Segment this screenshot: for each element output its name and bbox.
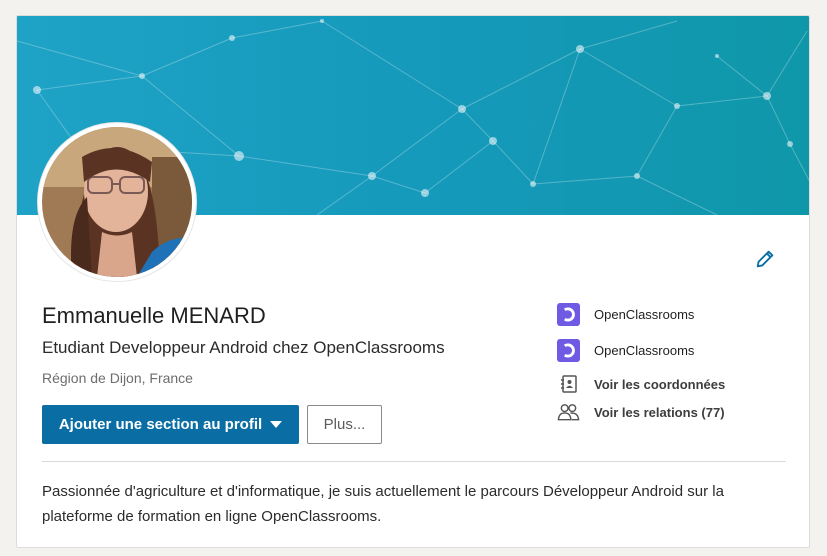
sidebar-item-label: Voir les relations (77)	[594, 404, 725, 420]
add-profile-section-button[interactable]: Ajouter une section au profil	[42, 405, 299, 444]
add-profile-section-label: Ajouter une section au profil	[58, 416, 263, 433]
profile-name: Emmanuelle MENARD	[42, 303, 266, 328]
sidebar-item-connections[interactable]: Voir les relations (77)	[557, 401, 725, 423]
edit-profile-button[interactable]	[751, 245, 779, 273]
profile-summary: Passionnée d'agriculture et d'informatiq…	[42, 483, 724, 525]
sidebar-item-label: OpenClassrooms	[594, 343, 695, 358]
openclassrooms-logo-icon	[557, 339, 580, 362]
profile-location: Région de Dijon, France	[42, 370, 193, 386]
avatar[interactable]	[38, 123, 196, 281]
pencil-icon	[756, 250, 774, 268]
profile-headline: Etudiant Developpeur Android chez OpenCl…	[42, 338, 445, 357]
sidebar-item-label: OpenClassrooms	[594, 307, 695, 322]
people-icon	[557, 401, 580, 423]
more-button[interactable]: Plus...	[307, 405, 382, 444]
sidebar-item-contact-info[interactable]: Voir les coordonnées	[557, 373, 725, 395]
openclassrooms-logo-icon	[557, 303, 580, 326]
divider	[42, 461, 786, 462]
profile-card: Emmanuelle MENARD Etudiant Developpeur A…	[16, 15, 810, 548]
caret-down-icon	[270, 421, 283, 428]
sidebar-item-label: Voir les coordonnées	[594, 376, 726, 392]
sidebar-item-openclassrooms-1[interactable]: OpenClassrooms	[557, 303, 694, 326]
sidebar-item-openclassrooms-2[interactable]: OpenClassrooms	[557, 339, 694, 362]
contact-book-icon	[557, 373, 580, 395]
avatar-photo	[42, 127, 192, 277]
